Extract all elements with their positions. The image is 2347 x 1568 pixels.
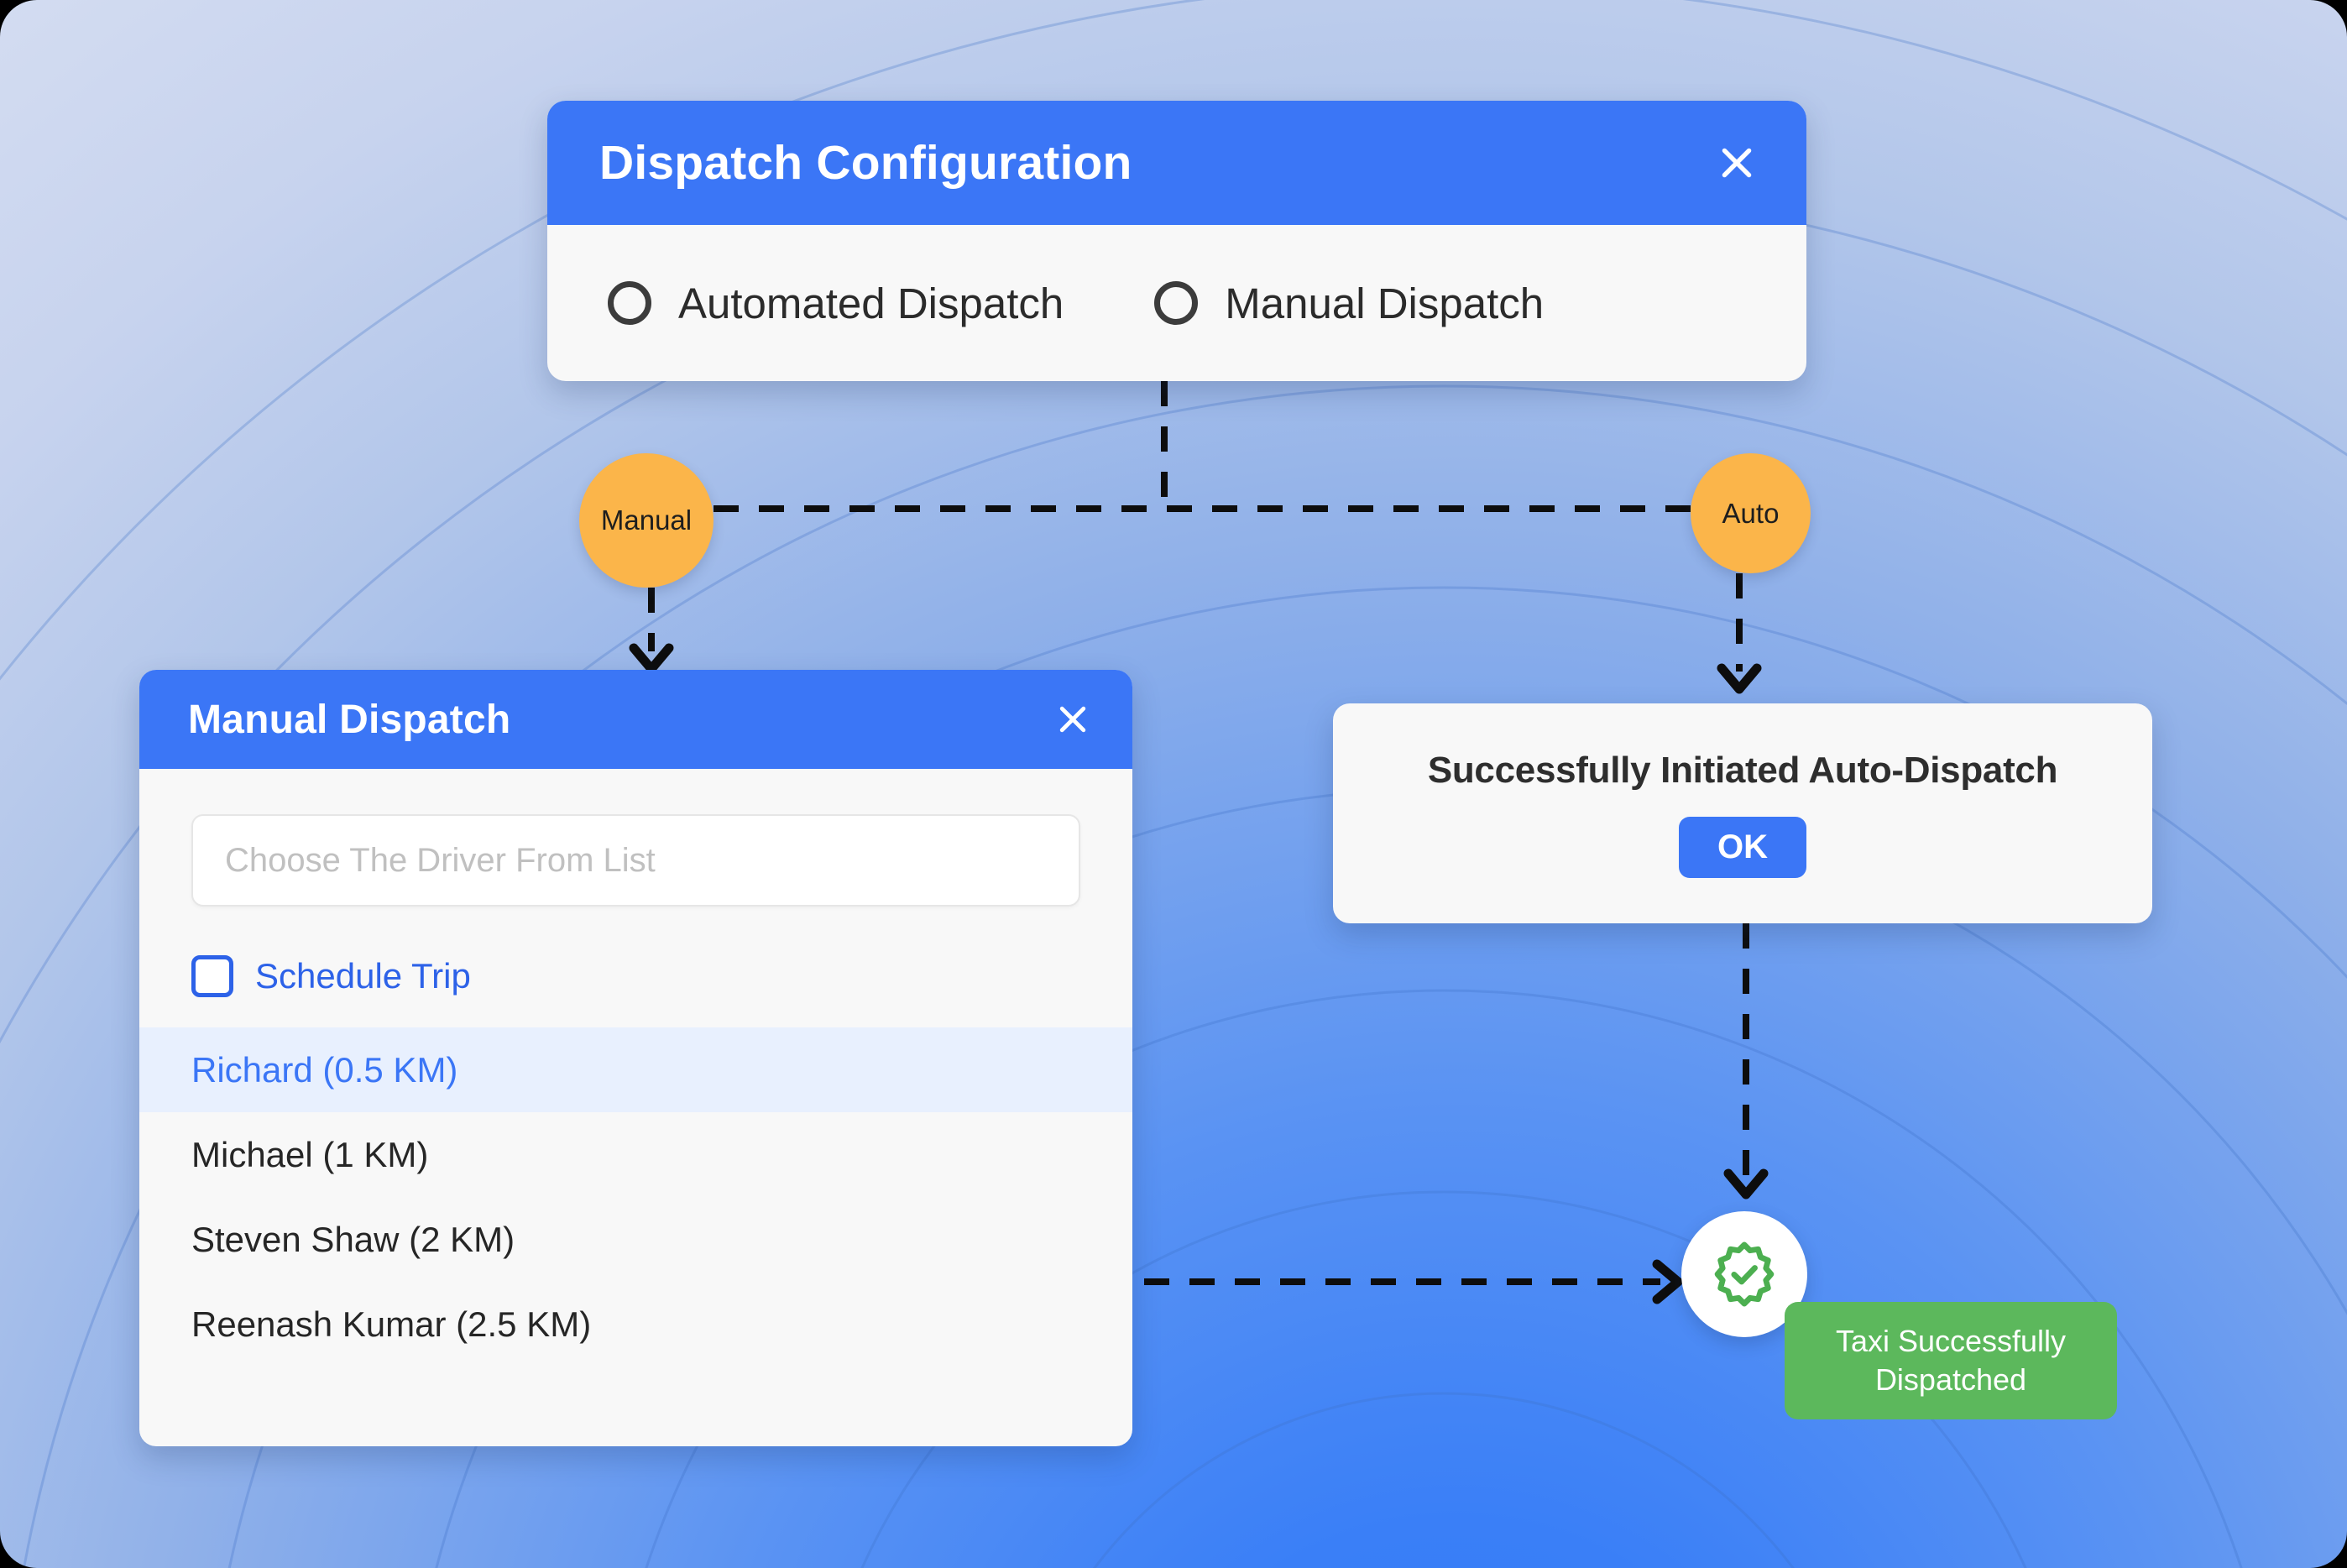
driver-label: Reenash Kumar (2.5 KM) [191, 1304, 592, 1344]
list-item[interactable]: Steven Shaw (2 KM) [139, 1197, 1132, 1282]
success-toast-line1: Taxi Successfully [1835, 1324, 2067, 1358]
list-item[interactable]: Reenash Kumar (2.5 KM) [139, 1282, 1132, 1367]
flow-node-manual[interactable]: Manual [579, 453, 714, 588]
manual-dispatch-header: Manual Dispatch [139, 670, 1132, 769]
radio-circle-icon [608, 281, 651, 325]
schedule-trip-checkbox-row[interactable]: Schedule Trip [191, 955, 471, 997]
radio-automated-dispatch[interactable]: Automated Dispatch [608, 279, 1064, 328]
radio-circle-icon [1154, 281, 1199, 325]
dispatch-configuration-header: Dispatch Configuration [547, 101, 1806, 225]
manual-dispatch-title: Manual Dispatch [188, 697, 511, 742]
auto-dispatch-dialog: Successfully Initiated Auto-Dispatch OK [1333, 703, 2152, 923]
checkbox-icon[interactable] [191, 955, 233, 997]
app-canvas: Dispatch Configuration Automated Dispatc… [0, 0, 2347, 1568]
driver-label: Michael (1 KM) [191, 1134, 429, 1174]
driver-search-field[interactable] [191, 814, 1080, 907]
dispatch-configuration-panel: Dispatch Configuration Automated Dispatc… [547, 101, 1806, 381]
page-title: Dispatch Configuration [599, 136, 1132, 190]
flow-node-auto[interactable]: Auto [1691, 453, 1811, 573]
radio-manual-dispatch-label: Manual Dispatch [1225, 279, 1545, 327]
dispatch-mode-options: Automated Dispatch Manual Dispatch [547, 225, 1806, 381]
flow-node-manual-label: Manual [600, 504, 693, 536]
radio-manual-dispatch[interactable]: Manual Dispatch [1154, 279, 1544, 328]
driver-list: Richard (0.5 KM) Michael (1 KM) Steven S… [139, 1027, 1132, 1367]
manual-dispatch-body: Schedule Trip Richard (0.5 KM) Michael (… [139, 814, 1132, 1367]
driver-label: Richard (0.5 KM) [191, 1049, 458, 1090]
ok-button[interactable]: OK [1679, 816, 1806, 878]
manual-dispatch-panel: Manual Dispatch Schedule Trip Richard (0… [139, 670, 1132, 1446]
success-toast: Taxi Successfully Dispatched [1785, 1302, 2117, 1420]
success-toast-line2: Dispatched [1874, 1362, 2027, 1398]
close-icon[interactable] [1047, 693, 1099, 745]
list-item[interactable]: Richard (0.5 KM) [139, 1027, 1132, 1112]
list-item[interactable]: Michael (1 KM) [139, 1112, 1132, 1197]
close-icon[interactable] [1711, 137, 1763, 189]
flow-node-auto-label: Auto [1722, 497, 1780, 529]
driver-label: Steven Shaw (2 KM) [191, 1219, 515, 1259]
search-input[interactable] [223, 840, 1048, 881]
schedule-trip-label: Schedule Trip [255, 956, 471, 996]
radio-automated-dispatch-label: Automated Dispatch [678, 279, 1064, 327]
auto-dispatch-message: Successfully Initiated Auto-Dispatch [1427, 749, 2058, 791]
